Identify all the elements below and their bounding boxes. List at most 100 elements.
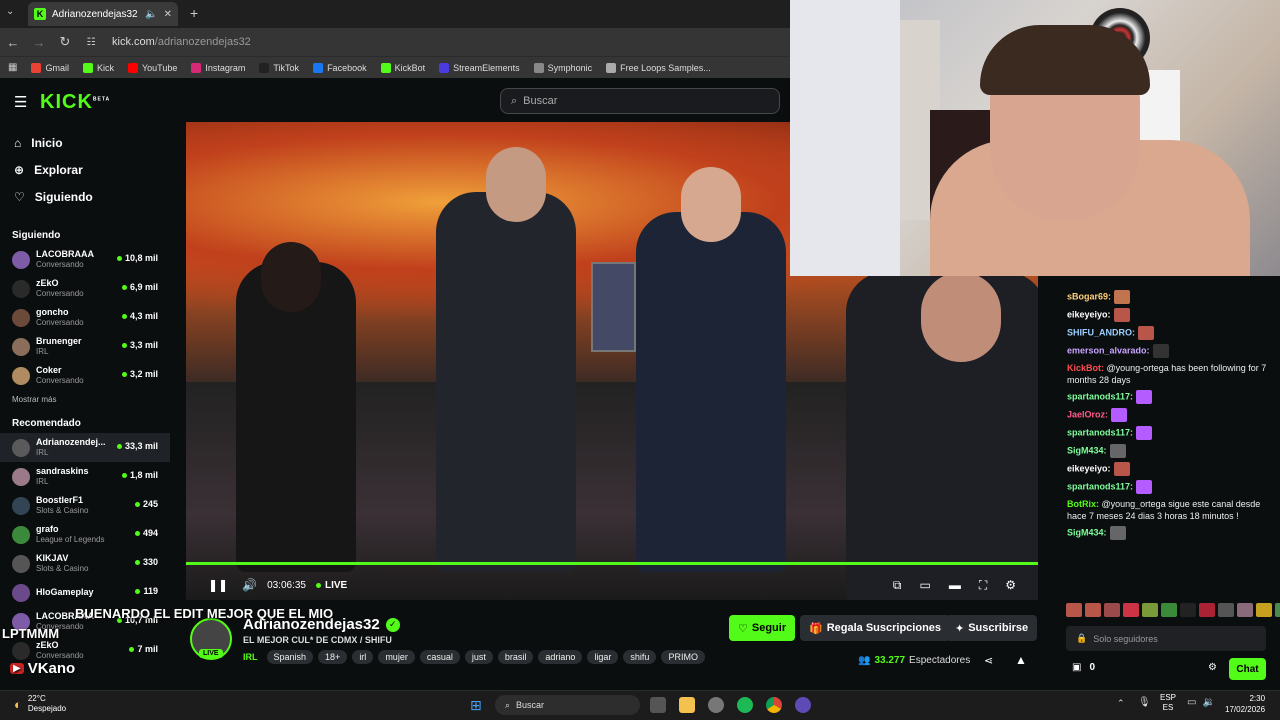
fullscreen-icon[interactable]: ⛶: [979, 578, 987, 593]
show-more-link[interactable]: Mostrar más: [0, 390, 170, 408]
sidebar-channel[interactable]: HloGameplay 119: [0, 578, 170, 607]
sidebar-channel[interactable]: Brunenger IRL 3,3 mil: [0, 332, 170, 361]
sidebar-channel[interactable]: sandraskins IRL 1,8 mil: [0, 462, 170, 491]
stream-tag[interactable]: PRIMO: [661, 650, 705, 664]
spotify-icon[interactable]: [737, 697, 753, 713]
chat-username[interactable]: eikeyeiyo:: [1067, 309, 1111, 319]
search-input[interactable]: ⌕ Buscar: [500, 88, 780, 114]
tray-chevron-icon[interactable]: ⌃: [1117, 698, 1125, 709]
share-icon[interactable]: ⋖: [984, 654, 993, 667]
chat-username[interactable]: SHIFU_ANDRO:: [1067, 327, 1135, 337]
sidebar-nav-inicio[interactable]: ⌂ Inicio: [0, 129, 170, 156]
bookmark-item[interactable]: YouTube: [127, 62, 177, 73]
emote-icon[interactable]: [1199, 603, 1215, 617]
bookmark-item[interactable]: Free Loops Samples...: [606, 62, 711, 73]
windows-start-icon[interactable]: ⊞: [470, 697, 482, 714]
emote-icon[interactable]: [1218, 603, 1234, 617]
weather-widget[interactable]: ◐ 22°C Despejado: [14, 694, 66, 714]
bookmark-item[interactable]: Instagram: [191, 62, 245, 73]
sidebar-channel[interactable]: Coker Conversando 3,2 mil: [0, 361, 170, 390]
playback-progress-bar[interactable]: [186, 562, 1038, 565]
pause-icon[interactable]: ❚❚: [208, 578, 228, 592]
chat-username[interactable]: SigM434:: [1067, 527, 1107, 537]
file-explorer-icon[interactable]: [679, 697, 695, 713]
sidebar-nav-siguiendo[interactable]: ♡ Siguiendo: [0, 183, 170, 210]
chat-settings-icon[interactable]: ⚙: [1208, 662, 1217, 673]
sidebar-nav-explorar[interactable]: ⊕ Explorar: [0, 156, 170, 183]
emote-icon[interactable]: [1104, 603, 1120, 617]
emote-icon[interactable]: [1275, 603, 1280, 617]
channel-points[interactable]: ▣ 0: [1072, 662, 1095, 673]
bookmark-item[interactable]: TikTok: [259, 62, 299, 73]
bookmark-item[interactable]: StreamElements: [439, 62, 520, 73]
chat-username[interactable]: SigM434:: [1067, 445, 1107, 455]
stream-tag[interactable]: irl: [352, 650, 374, 664]
chat-username[interactable]: BotRix:: [1067, 499, 1099, 509]
emote-icon[interactable]: [1237, 603, 1253, 617]
kick-logo[interactable]: KICKBETA: [40, 91, 110, 114]
site-info-icon[interactable]: ☷: [78, 37, 104, 48]
settings-app-icon[interactable]: [708, 697, 724, 713]
language-indicator[interactable]: ESP ES: [1160, 693, 1176, 713]
category-link[interactable]: IRL: [243, 652, 258, 662]
sidebar-channel[interactable]: Adrianozendej... IRL 33,3 mil: [0, 433, 170, 462]
sidebar-channel[interactable]: BoostlerF1 Slots & Casino 245: [0, 491, 170, 520]
picture-in-picture-icon[interactable]: ⧉: [893, 578, 902, 593]
stream-tag[interactable]: adriano: [538, 650, 583, 664]
subscribe-button[interactable]: ✦ Suscribirse: [946, 615, 1038, 641]
menu-icon[interactable]: ☰: [14, 93, 27, 111]
obs-icon[interactable]: [795, 697, 811, 713]
bookmark-item[interactable]: Gmail: [31, 62, 69, 73]
settings-icon[interactable]: ⚙: [1005, 578, 1016, 592]
follow-button[interactable]: ♡ Seguir: [729, 615, 796, 641]
emote-icon[interactable]: [1256, 603, 1272, 617]
emote-icon[interactable]: [1085, 603, 1101, 617]
chat-username[interactable]: sBogar69:: [1067, 291, 1111, 301]
sidebar-channel[interactable]: KIKJAV Slots & Casino 330: [0, 549, 170, 578]
stream-tag[interactable]: ligar: [587, 650, 619, 664]
back-icon[interactable]: ←: [0, 35, 26, 50]
chat-username[interactable]: eikeyeiyo:: [1067, 463, 1111, 473]
forward-icon[interactable]: →: [26, 35, 52, 50]
emote-icon[interactable]: [1142, 603, 1158, 617]
chat-username[interactable]: spartanods117:: [1067, 427, 1133, 437]
theater-mode-icon[interactable]: ▬: [949, 578, 961, 592]
emote-icon[interactable]: [1180, 603, 1196, 617]
chrome-icon[interactable]: [766, 697, 782, 713]
taskbar-search[interactable]: ⌕ Buscar: [495, 695, 640, 715]
new-tab-icon[interactable]: +: [190, 5, 198, 21]
sidebar-channel[interactable]: goncho Conversando 4,3 mil: [0, 303, 170, 332]
sidebar-channel[interactable]: zEkO Conversando 6,9 mil: [0, 274, 170, 303]
bookmark-item[interactable]: Symphonic: [533, 62, 592, 73]
gift-subs-button[interactable]: 🎁 Regala Suscripciones: [800, 615, 951, 641]
clock[interactable]: 2:30 17/02/2026: [1225, 693, 1265, 715]
clip-icon[interactable]: ▭: [919, 578, 930, 592]
bookmark-item[interactable]: KickBot: [380, 62, 425, 73]
chat-username[interactable]: spartanods117:: [1067, 481, 1133, 491]
chat-username[interactable]: emerson_alvarado:: [1067, 345, 1150, 355]
stream-tag[interactable]: 18+: [318, 650, 348, 664]
address-bar[interactable]: kick.com/adrianozendejas32: [112, 36, 251, 48]
bookmark-item[interactable]: Facebook: [313, 62, 367, 73]
emote-icon[interactable]: [1066, 603, 1082, 617]
chat-input[interactable]: 🔒 Solo seguidores: [1066, 626, 1266, 651]
stream-tag[interactable]: casual: [419, 650, 460, 664]
stream-tag[interactable]: Spanish: [266, 650, 314, 664]
system-tray[interactable]: ▭ 🔉: [1187, 697, 1215, 708]
sidebar-channel[interactable]: grafo League of Legends 494: [0, 520, 170, 549]
tab-list-icon[interactable]: ⌄: [6, 6, 14, 17]
emote-icon[interactable]: [1123, 603, 1139, 617]
volume-icon[interactable]: 🔊: [242, 578, 257, 592]
sidebar-channel[interactable]: LACOBRAAA Conversando 10,8 mil: [0, 245, 170, 274]
chat-username[interactable]: JaelOroz:: [1067, 409, 1108, 419]
browser-tab[interactable]: K Adrianozendejas32 Stream 🔈 ✕: [28, 2, 178, 26]
report-icon[interactable]: ▲: [1015, 653, 1027, 667]
mic-icon[interactable]: 🎙: [1138, 697, 1151, 708]
tab-close-icon[interactable]: ✕: [164, 9, 172, 20]
reload-icon[interactable]: ↻: [52, 34, 78, 50]
emote-icon[interactable]: [1161, 603, 1177, 617]
stream-tag[interactable]: just: [464, 650, 493, 664]
stream-tag[interactable]: shifu: [623, 650, 657, 664]
bookmark-item[interactable]: Kick: [82, 62, 114, 73]
apps-grid-icon[interactable]: ▦: [8, 62, 17, 73]
